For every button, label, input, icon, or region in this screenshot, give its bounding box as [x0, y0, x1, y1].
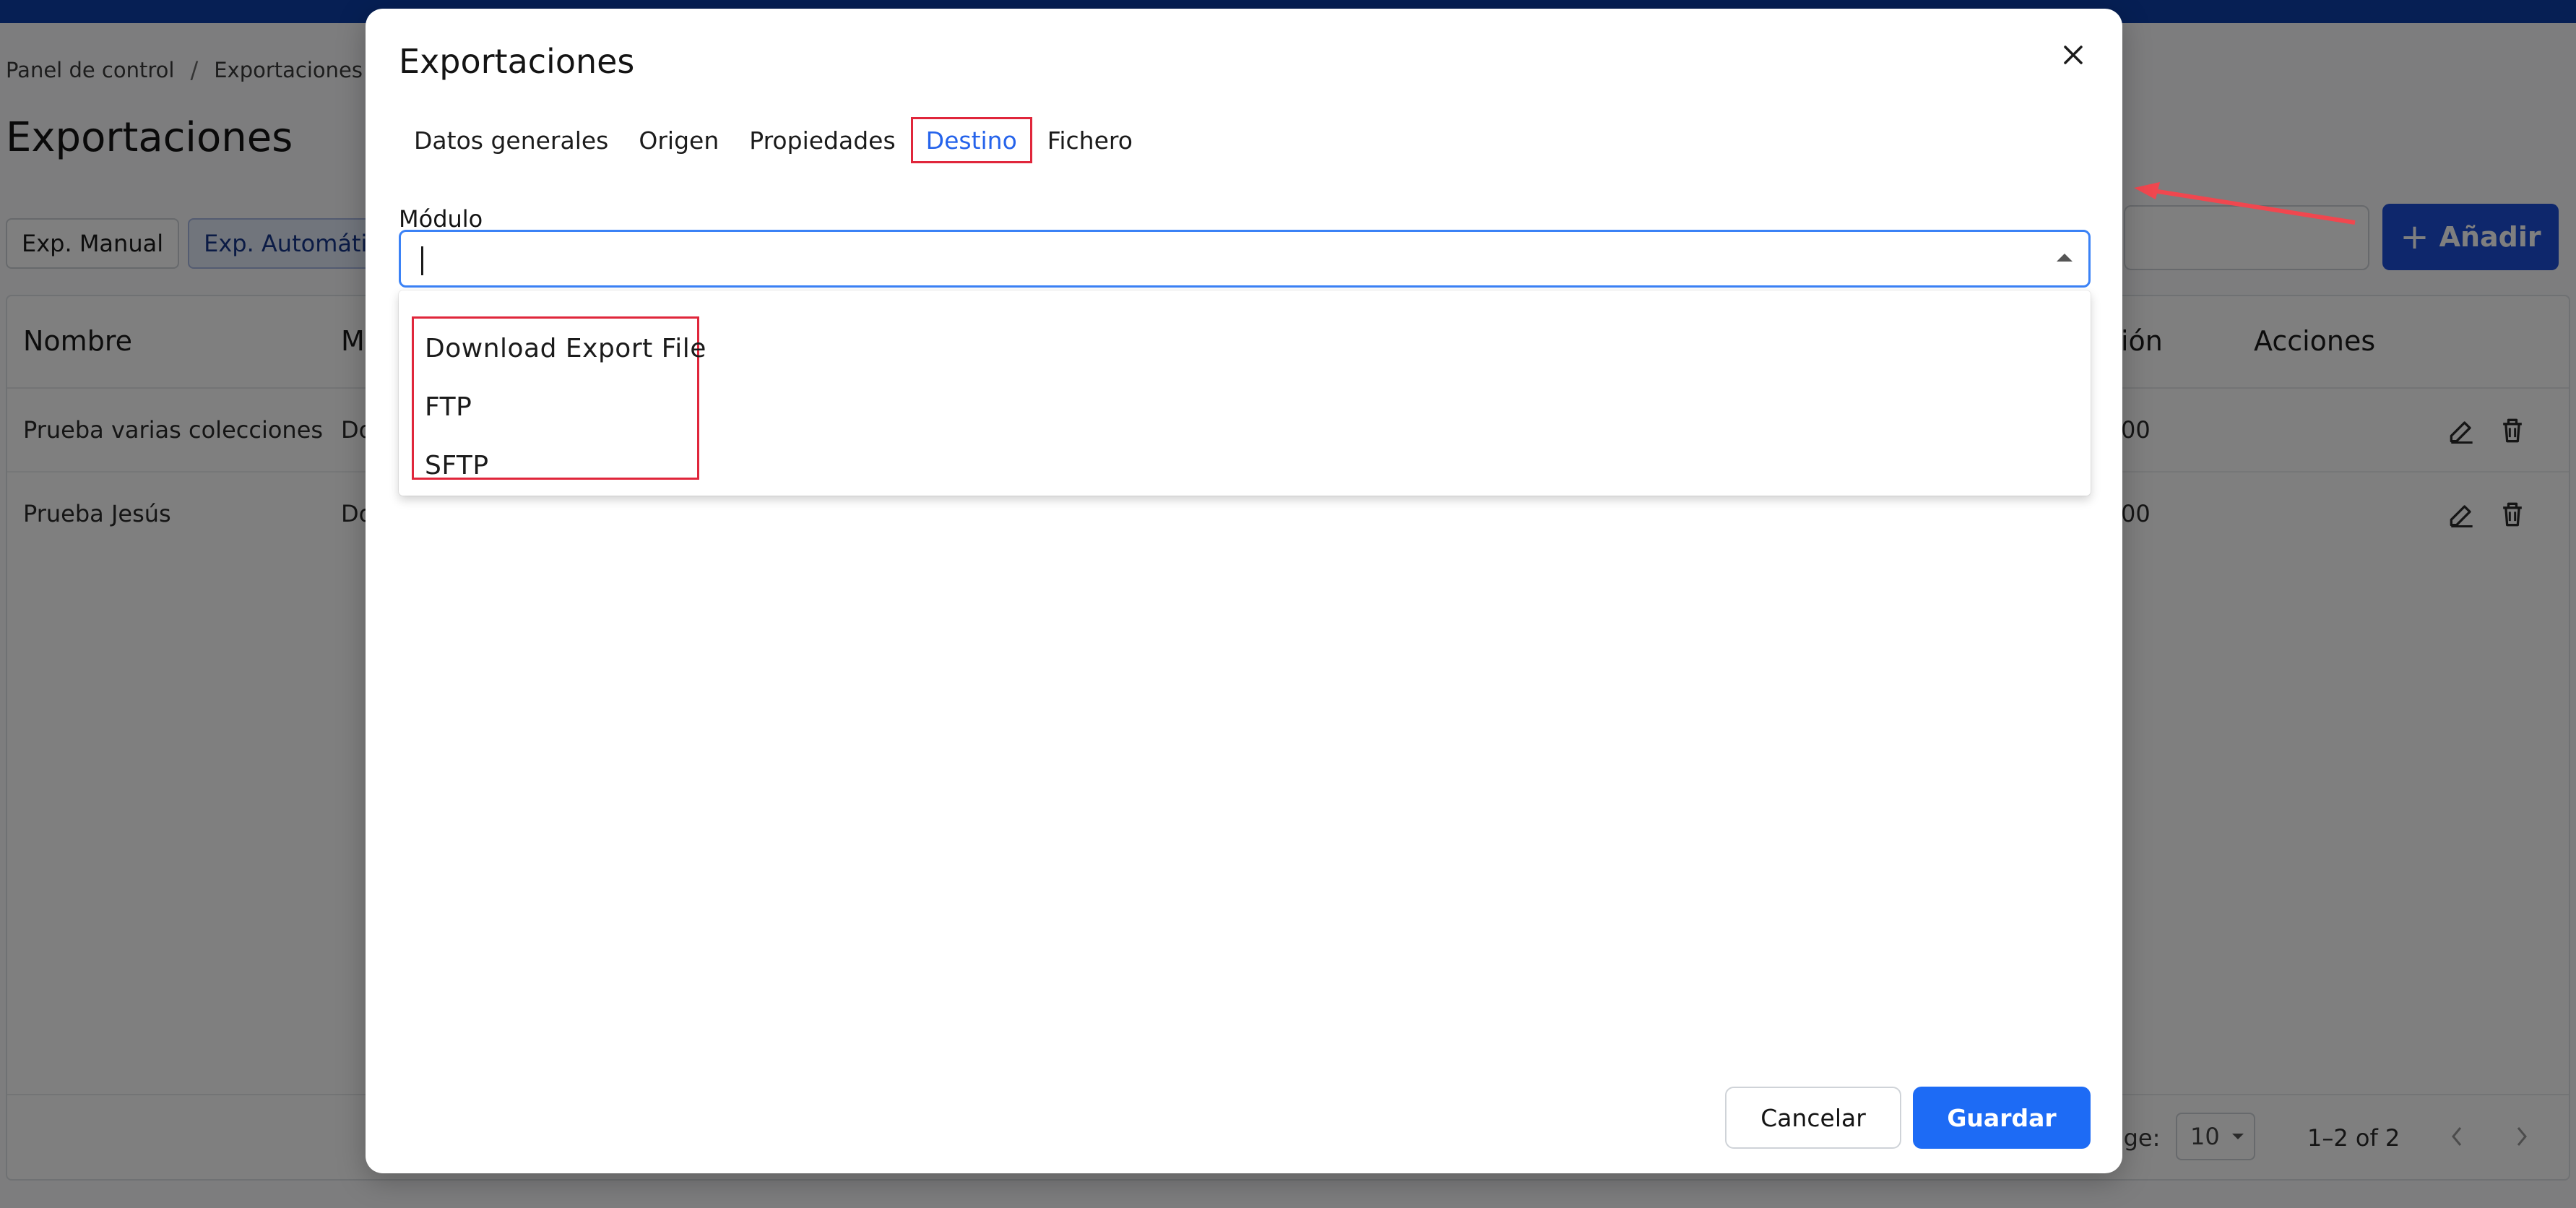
modulo-label: Módulo — [399, 205, 483, 233]
close-icon — [2064, 46, 2083, 64]
cancel-button[interactable]: Cancelar — [1725, 1087, 1901, 1149]
option-sftp[interactable]: SFTP — [425, 451, 489, 480]
chevron-up-icon[interactable] — [2057, 254, 2073, 262]
export-modal: Exportaciones Datos generales Origen Pro… — [366, 9, 2122, 1173]
tab-destino[interactable]: Destino — [910, 117, 1032, 163]
tab-origen[interactable]: Origen — [623, 117, 734, 163]
modal-tabs: Datos generales Origen Propiedades Desti… — [399, 117, 1148, 163]
tab-fichero[interactable]: Fichero — [1032, 117, 1148, 163]
save-button[interactable]: Guardar — [1913, 1087, 2091, 1149]
option-ftp[interactable]: FTP — [425, 392, 472, 422]
modal-title: Exportaciones — [399, 42, 635, 81]
modulo-select[interactable] — [399, 230, 2091, 288]
modulo-dropdown: Download Export File FTP SFTP — [399, 290, 2091, 496]
close-button[interactable] — [2053, 35, 2093, 75]
tab-datos-generales[interactable]: Datos generales — [399, 117, 623, 163]
tab-propiedades[interactable]: Propiedades — [734, 117, 910, 163]
option-download-export-file[interactable]: Download Export File — [425, 334, 706, 363]
text-caret — [421, 246, 423, 275]
